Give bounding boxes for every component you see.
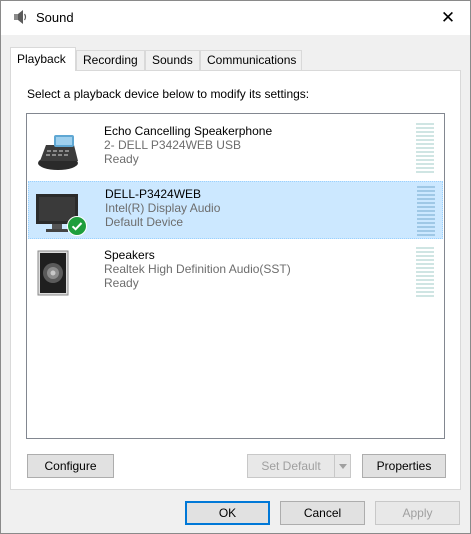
- device-name: Echo Cancelling Speakerphone: [104, 124, 273, 138]
- set-default-button[interactable]: Set Default: [247, 454, 351, 478]
- list-item-speakers[interactable]: Speakers Realtek High Definition Audio(S…: [28, 243, 443, 301]
- device-name: DELL-P3424WEB: [105, 187, 202, 201]
- device-name: Speakers: [104, 248, 155, 262]
- window-title: Sound: [36, 10, 74, 25]
- volume-meter: [416, 247, 434, 297]
- speakers-icon: [37, 250, 69, 296]
- device-driver: 2- DELL P3424WEB USB: [104, 138, 241, 152]
- chevron-down-icon[interactable]: [334, 455, 350, 477]
- sound-dialog: Sound ✕ Playback Recording Sounds Commun…: [0, 0, 471, 534]
- close-icon: ✕: [440, 8, 456, 27]
- volume-meter: [417, 186, 435, 236]
- volume-meter: [416, 123, 434, 173]
- device-list[interactable]: Echo Cancelling Speakerphone 2- DELL P34…: [26, 113, 445, 439]
- apply-button[interactable]: Apply: [375, 501, 460, 525]
- instruction-text: Select a playback device below to modify…: [27, 87, 310, 101]
- speakerphone-icon: [38, 135, 78, 170]
- ok-button[interactable]: OK: [185, 501, 270, 525]
- default-device-check-icon: [67, 216, 87, 236]
- configure-button[interactable]: Configure: [27, 454, 114, 478]
- properties-button[interactable]: Properties: [362, 454, 446, 478]
- list-item-echo-speakerphone[interactable]: Echo Cancelling Speakerphone 2- DELL P34…: [28, 119, 443, 177]
- tab-communications[interactable]: Communications: [200, 50, 302, 70]
- speaker-icon: [14, 10, 27, 24]
- device-status: Default Device: [105, 215, 184, 229]
- set-default-label: Set Default: [261, 459, 321, 473]
- tab-playback[interactable]: Playback: [10, 47, 76, 71]
- device-status: Ready: [104, 152, 139, 166]
- device-status: Ready: [104, 276, 139, 290]
- device-driver: Intel(R) Display Audio: [105, 201, 221, 215]
- tab-recording[interactable]: Recording: [76, 50, 145, 70]
- device-driver: Realtek High Definition Audio(SST): [104, 262, 291, 276]
- list-item-dell-monitor[interactable]: DELL-P3424WEB Intel(R) Display Audio Def…: [28, 181, 443, 239]
- close-button[interactable]: ✕: [426, 1, 470, 35]
- title-bar[interactable]: Sound ✕: [1, 1, 470, 35]
- cancel-button[interactable]: Cancel: [280, 501, 365, 525]
- tab-sounds[interactable]: Sounds: [145, 50, 200, 70]
- playback-panel: Select a playback device below to modify…: [10, 70, 461, 490]
